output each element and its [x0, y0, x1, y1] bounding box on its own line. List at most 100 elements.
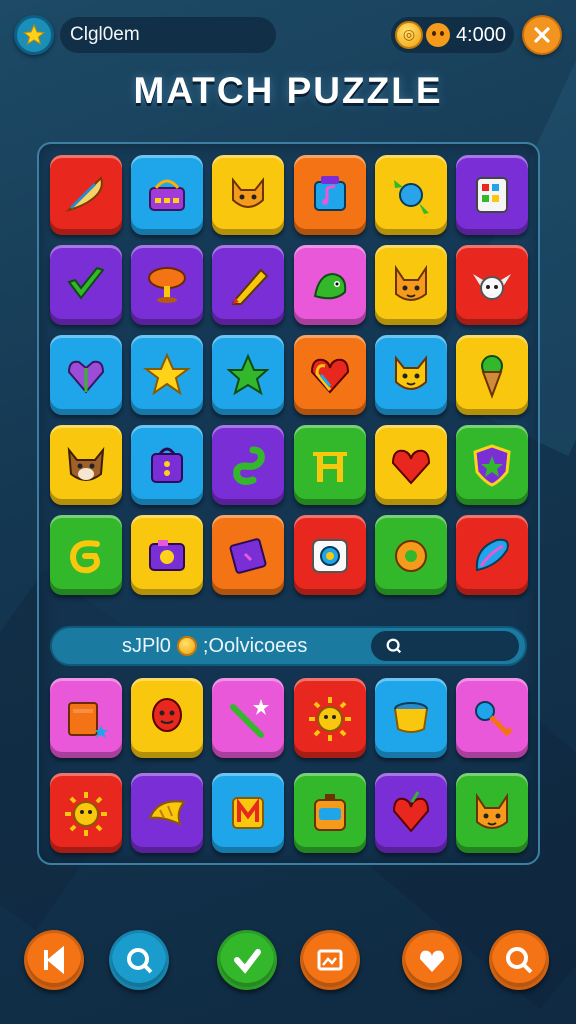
tile-palette-box[interactable]: [455, 155, 528, 235]
sun-face-icon: [308, 697, 351, 741]
tile-box-face[interactable]: [293, 773, 366, 853]
rainbow-heart-icon: [310, 358, 349, 394]
tile-letter-m[interactable]: [212, 773, 285, 853]
tile-balloon-face[interactable]: [131, 678, 204, 758]
candy-icon: [393, 180, 429, 214]
basket-icon: [149, 179, 186, 211]
gate-icon: [312, 452, 347, 482]
tile-snake[interactable]: [212, 425, 285, 505]
tile-mushroom-lamp[interactable]: [131, 245, 204, 325]
tile-gate[interactable]: [293, 425, 366, 505]
coin-counter[interactable]: ◎ 4:000: [390, 17, 514, 53]
key-icon: [474, 701, 513, 737]
tile-heart[interactable]: [374, 425, 447, 505]
tile-fox-face[interactable]: [455, 773, 528, 853]
fox-face-icon: [475, 792, 508, 829]
tile-diamond-card[interactable]: [212, 515, 285, 595]
tile-star[interactable]: [131, 335, 204, 415]
status-label: sJPl0: [122, 634, 171, 657]
back-icon: [44, 945, 64, 975]
apple-heart-icon: [392, 791, 429, 833]
nav-button-image[interactable]: [300, 930, 360, 990]
tile-croissant[interactable]: [131, 773, 204, 853]
drum-icon: [393, 702, 428, 733]
cat-wings-icon: [472, 274, 511, 300]
tile-drum[interactable]: [374, 678, 447, 758]
player-name-pill: Clgl0em: [60, 17, 276, 53]
tile-pencil[interactable]: [212, 245, 285, 325]
tile-checkmark[interactable]: [50, 245, 122, 325]
top-bar: Clgl0em ◎ 4:000: [14, 14, 562, 56]
tile-robot[interactable]: [293, 515, 366, 595]
tile-fox[interactable]: [212, 155, 285, 235]
nav-button-magnify[interactable]: [489, 930, 549, 990]
box-face-icon: [313, 794, 346, 831]
camera-icon: [149, 540, 186, 571]
nav-button-heart[interactable]: [402, 930, 462, 990]
tile-key[interactable]: [455, 678, 528, 758]
tile-shield[interactable]: [455, 425, 528, 505]
status-bar: sJPl0 ;Oolvicoees: [50, 626, 527, 666]
shield-icon: [473, 444, 511, 487]
tile-grid-bottom: [50, 678, 528, 853]
tile-music-box[interactable]: [293, 155, 366, 235]
tile-candy[interactable]: [374, 155, 447, 235]
page-title: MATCH PUZZLE: [133, 70, 443, 111]
star-icon: [143, 352, 192, 396]
tile-gem-heart[interactable]: [50, 335, 122, 415]
dragon-icon: [313, 272, 346, 300]
robot-icon: [311, 539, 348, 573]
tile-feather[interactable]: [50, 155, 122, 235]
tile-swirl[interactable]: [50, 515, 122, 595]
tile-apple-heart[interactable]: [374, 773, 447, 853]
donut-icon: [394, 540, 427, 572]
coin-amount: 4:000: [455, 23, 506, 46]
ice-cream-icon: [480, 355, 503, 399]
tile-cat-wings[interactable]: [455, 245, 528, 325]
music-box-icon: [313, 176, 346, 211]
tile-leaf-star[interactable]: [212, 335, 285, 415]
tile-wand[interactable]: [212, 678, 285, 758]
tile-donut[interactable]: [374, 515, 447, 595]
status-search-field[interactable]: [371, 631, 519, 661]
palette-box-icon: [475, 177, 508, 213]
croissant-icon: [148, 800, 187, 826]
tile-basket[interactable]: [131, 155, 204, 235]
coin-icon: ◎: [394, 21, 423, 49]
tile-sun-face[interactable]: [50, 773, 122, 853]
tile-feather-blue[interactable]: [455, 515, 528, 595]
nav-button-check[interactable]: [217, 930, 277, 990]
status-label-secondary: ;Oolvicoees: [202, 634, 308, 657]
level-star-button[interactable]: [14, 15, 54, 55]
feather-blue-icon: [475, 538, 509, 572]
checkmark-icon: [67, 266, 105, 300]
gem-heart-icon: [67, 360, 105, 394]
tile-camera[interactable]: [131, 515, 204, 595]
tile-dragon[interactable]: [293, 245, 366, 325]
tile-ice-cream[interactable]: [455, 335, 528, 415]
tile-book[interactable]: [50, 678, 122, 758]
fox-icon: [232, 177, 265, 208]
star-icon: [22, 23, 46, 46]
tile-sun-face[interactable]: [293, 678, 366, 758]
pencil-icon: [231, 268, 269, 305]
tile-rainbow-heart[interactable]: [293, 335, 366, 415]
nav-button-back[interactable]: [24, 930, 84, 990]
close-icon: [534, 27, 550, 43]
dog-face-icon: [67, 446, 105, 481]
tile-fox-face[interactable]: [374, 245, 447, 325]
nav-button-search[interactable]: [109, 930, 169, 990]
tile-cat-face[interactable]: [374, 335, 447, 415]
coin-icon: [176, 636, 197, 656]
close-button[interactable]: [522, 15, 562, 55]
balloon-face-icon: [152, 698, 183, 732]
smiley-icon: [425, 23, 450, 47]
fox-face-icon: [394, 264, 427, 301]
tile-dog-face[interactable]: [50, 425, 122, 505]
purse-icon: [151, 447, 184, 483]
cat-face-icon: [394, 355, 427, 390]
letter-m-icon: [232, 797, 265, 829]
bottom-nav: [0, 930, 576, 992]
mushroom-lamp-icon: [148, 267, 187, 303]
tile-purse[interactable]: [131, 425, 204, 505]
